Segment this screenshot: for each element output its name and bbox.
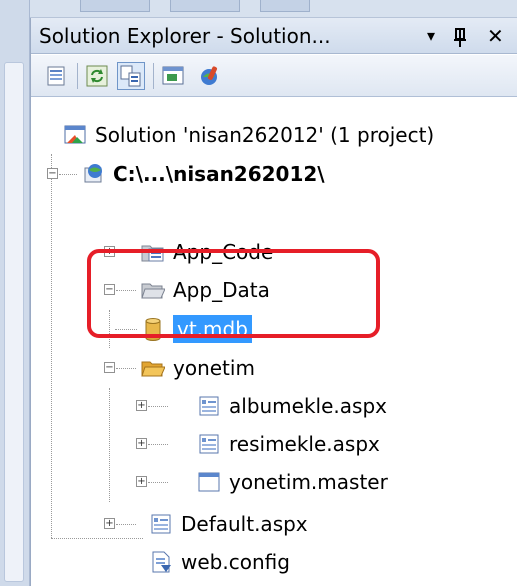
expand-toggle[interactable]: + xyxy=(104,518,115,529)
tree-item-project[interactable]: C:\...\nisan262012\ xyxy=(81,155,325,193)
web-project-icon xyxy=(84,164,102,183)
nest-related-files-icon xyxy=(120,65,141,87)
tree-item-label: yonetim.master xyxy=(229,470,388,494)
view-designer-icon xyxy=(162,66,184,85)
aspx-page-icon xyxy=(199,396,219,416)
document-tab[interactable] xyxy=(260,0,310,12)
tree-item-resimekle[interactable]: resimekle.aspx xyxy=(197,425,380,463)
tree-connector xyxy=(148,482,168,483)
tree-item-yonetim[interactable]: yonetim xyxy=(141,349,255,387)
tree-connector xyxy=(59,174,77,175)
tree-connector xyxy=(51,154,52,538)
tree-item-label: albumekle.aspx xyxy=(229,394,387,418)
panel-title: Solution Explorer - Solution... xyxy=(39,24,331,48)
collapse-toggle[interactable]: − xyxy=(104,362,115,373)
refresh-icon xyxy=(86,65,108,87)
folder-open-icon xyxy=(141,361,165,377)
expand-toggle[interactable]: + xyxy=(136,476,147,487)
tree-item-label: Solution 'nisan262012' (1 project) xyxy=(95,123,435,147)
left-dock-strip xyxy=(0,0,30,586)
document-tab[interactable] xyxy=(170,0,240,12)
tree-item-label: yonetim xyxy=(173,356,255,380)
view-designer-button[interactable] xyxy=(159,62,187,90)
auto-hide-pin-icon[interactable] xyxy=(451,18,469,54)
properties-icon xyxy=(47,66,65,86)
aspx-page-icon xyxy=(199,434,219,454)
tree-item-solution[interactable]: Solution 'nisan262012' (1 project) xyxy=(63,116,434,154)
config-file-icon xyxy=(152,551,171,573)
refresh-button[interactable] xyxy=(83,62,111,90)
solution-icon xyxy=(64,125,86,144)
toolbar-separator xyxy=(77,63,78,89)
expand-toggle[interactable]: + xyxy=(136,400,147,411)
close-icon[interactable]: ✕ xyxy=(487,18,504,54)
tree-connector xyxy=(116,524,136,525)
tree-item-label: C:\...\nisan262012\ xyxy=(113,162,325,186)
aspx-page-icon xyxy=(151,514,171,534)
tree-item-label: resimekle.aspx xyxy=(229,432,380,456)
collapse-toggle[interactable]: − xyxy=(47,168,58,179)
tree-connector xyxy=(51,538,143,539)
tree-item-web-config[interactable]: web.config xyxy=(149,543,290,581)
left-dock-panel xyxy=(4,62,24,582)
tree-item-yonetim-master[interactable]: yonetim.master xyxy=(197,463,388,501)
tree-connector xyxy=(116,368,136,369)
tree-connector xyxy=(148,406,168,407)
tree-item-label: Default.aspx xyxy=(181,512,308,536)
panel-titlebar: Solution Explorer - Solution... ▾ ✕ xyxy=(31,18,517,54)
document-tab-strip xyxy=(30,0,517,18)
highlight-callout xyxy=(87,249,380,338)
solution-tree: Solution 'nisan262012' (1 project) − C:\… xyxy=(31,98,517,586)
tree-connector xyxy=(109,388,110,502)
tree-item-albumekle[interactable]: albumekle.aspx xyxy=(197,387,387,425)
master-page-icon xyxy=(198,472,220,492)
aspnet-config-icon xyxy=(201,66,218,85)
tree-item-default-aspx[interactable]: Default.aspx xyxy=(149,505,308,543)
tree-item-label: web.config xyxy=(181,550,290,574)
document-tab[interactable] xyxy=(80,0,150,12)
nest-related-files-button[interactable] xyxy=(117,62,145,90)
tree-connector xyxy=(148,444,168,445)
aspnet-config-button[interactable] xyxy=(195,62,223,90)
solution-explorer-toolbar xyxy=(31,55,517,97)
toolbar-separator xyxy=(153,63,154,89)
properties-button[interactable] xyxy=(43,62,71,90)
window-position-dropdown-icon[interactable]: ▾ xyxy=(427,18,435,54)
expand-toggle[interactable]: + xyxy=(136,438,147,449)
